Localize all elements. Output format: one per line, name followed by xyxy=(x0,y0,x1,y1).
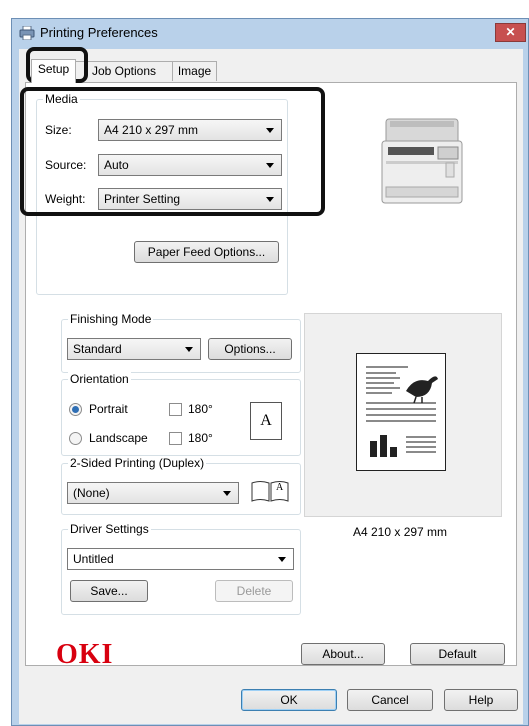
source-value: Auto xyxy=(104,158,129,172)
page-preview xyxy=(304,313,502,517)
orientation-group-title: Orientation xyxy=(68,372,131,386)
duplex-dropdown[interactable]: (None) xyxy=(67,482,239,504)
printing-preferences-window: Printing Preferences ✕ Setup Job Options… xyxy=(11,18,529,726)
landscape-label: Landscape xyxy=(89,431,148,445)
dialog-client-area: Setup Job Options Image Media Size: A4 2… xyxy=(19,49,523,724)
driver-settings-dropdown[interactable]: Untitled xyxy=(67,548,294,570)
window-title: Printing Preferences xyxy=(40,25,158,40)
media-group-title: Media xyxy=(43,92,80,106)
preview-page-image xyxy=(356,353,446,471)
chevron-down-icon xyxy=(266,128,274,133)
tab-job-options[interactable]: Job Options xyxy=(75,61,173,81)
title-bar[interactable]: Printing Preferences ✕ xyxy=(12,19,528,47)
media-group: Media Size: A4 210 x 297 mm Source: Auto… xyxy=(36,92,288,295)
book-icon xyxy=(251,481,289,502)
chevron-down-icon xyxy=(266,163,274,168)
portrait-label: Portrait xyxy=(89,402,128,416)
chevron-down-icon xyxy=(278,557,286,562)
driver-settings-title: Driver Settings xyxy=(68,522,151,536)
source-label: Source: xyxy=(45,158,87,172)
default-button[interactable]: Default xyxy=(410,643,505,665)
weight-label: Weight: xyxy=(45,192,86,206)
orientation-group: Orientation Portrait 180° Landscape 180°… xyxy=(61,372,301,456)
finishing-mode-value: Standard xyxy=(73,342,122,356)
cancel-button[interactable]: Cancel xyxy=(347,689,433,711)
portrait-page-icon: A xyxy=(250,402,282,440)
driver-settings-value: Untitled xyxy=(73,552,114,566)
duplex-group-title: 2-Sided Printing (Duplex) xyxy=(68,456,207,470)
chevron-down-icon xyxy=(185,347,193,352)
driver-settings-group: Driver Settings Untitled Save... Delete xyxy=(61,522,301,615)
help-button[interactable]: Help xyxy=(444,689,518,711)
ok-button[interactable]: OK xyxy=(241,689,337,711)
delete-button[interactable]: Delete xyxy=(215,580,293,602)
landscape-rotate-180-checkbox[interactable] xyxy=(169,432,182,445)
printer-image xyxy=(381,118,463,204)
chevron-down-icon xyxy=(223,491,231,496)
paper-size-caption: A4 210 x 297 mm xyxy=(353,525,448,539)
source-dropdown[interactable]: Auto xyxy=(98,154,282,176)
paper-feed-options-button[interactable]: Paper Feed Options... xyxy=(134,241,279,263)
setup-panel: Media Size: A4 210 x 297 mm Source: Auto… xyxy=(25,82,517,670)
finishing-mode-dropdown[interactable]: Standard xyxy=(67,338,201,360)
finishing-options-button[interactable]: Options... xyxy=(208,338,292,360)
book-page-letter: A xyxy=(276,482,284,493)
close-button[interactable]: ✕ xyxy=(495,23,526,42)
size-label: Size: xyxy=(45,123,72,137)
landscape-radio[interactable] xyxy=(69,432,82,445)
finishing-mode-group: Finishing Mode Standard Options... xyxy=(61,312,301,373)
save-button[interactable]: Save... xyxy=(70,580,148,602)
size-value: A4 210 x 297 mm xyxy=(104,123,199,137)
portrait-rotate-180-checkbox[interactable] xyxy=(169,403,182,416)
weight-dropdown[interactable]: Printer Setting xyxy=(98,188,282,210)
weight-value: Printer Setting xyxy=(104,192,181,206)
printer-icon xyxy=(19,26,35,40)
portrait-rotate-180-label: 180° xyxy=(188,402,213,416)
duplex-value: (None) xyxy=(73,486,110,500)
portrait-radio[interactable] xyxy=(69,403,82,416)
chevron-down-icon xyxy=(266,197,274,202)
size-dropdown[interactable]: A4 210 x 297 mm xyxy=(98,119,282,141)
oki-logo: OKI xyxy=(56,639,114,670)
landscape-rotate-180-label: 180° xyxy=(188,431,213,445)
tab-image[interactable]: Image xyxy=(172,61,217,81)
finishing-group-title: Finishing Mode xyxy=(68,312,154,326)
tab-setup[interactable]: Setup xyxy=(31,59,76,83)
page-letter: A xyxy=(260,412,272,429)
duplex-group: 2-Sided Printing (Duplex) (None) A xyxy=(61,456,301,515)
about-button[interactable]: About... xyxy=(301,643,385,665)
